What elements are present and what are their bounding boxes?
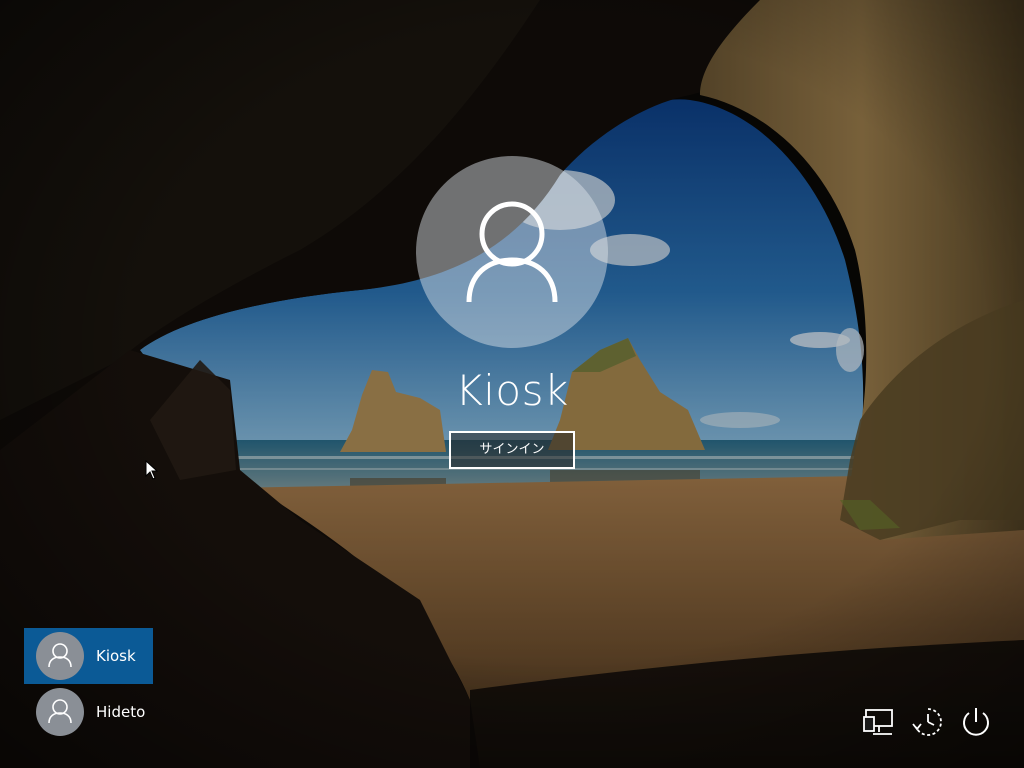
user-name: Kiosk (96, 647, 136, 665)
user-name: Hideto (96, 703, 146, 721)
user-icon (466, 201, 558, 303)
user-avatar (36, 632, 84, 680)
network-icon[interactable] (862, 704, 898, 740)
ease-of-access-icon[interactable] (910, 704, 946, 740)
account-avatar (416, 156, 608, 348)
user-avatar (36, 688, 84, 736)
user-icon (48, 699, 72, 724)
account-name: Kiosk (455, 366, 569, 415)
user-item-hideto[interactable]: Hideto (24, 684, 153, 740)
mouse-cursor (145, 460, 159, 480)
sign-in-button[interactable]: サインイン (449, 431, 575, 469)
user-item-kiosk[interactable]: Kiosk (24, 628, 153, 684)
user-switcher: Kiosk Hideto (24, 628, 153, 740)
power-icon[interactable] (958, 704, 994, 740)
user-icon (48, 643, 72, 668)
